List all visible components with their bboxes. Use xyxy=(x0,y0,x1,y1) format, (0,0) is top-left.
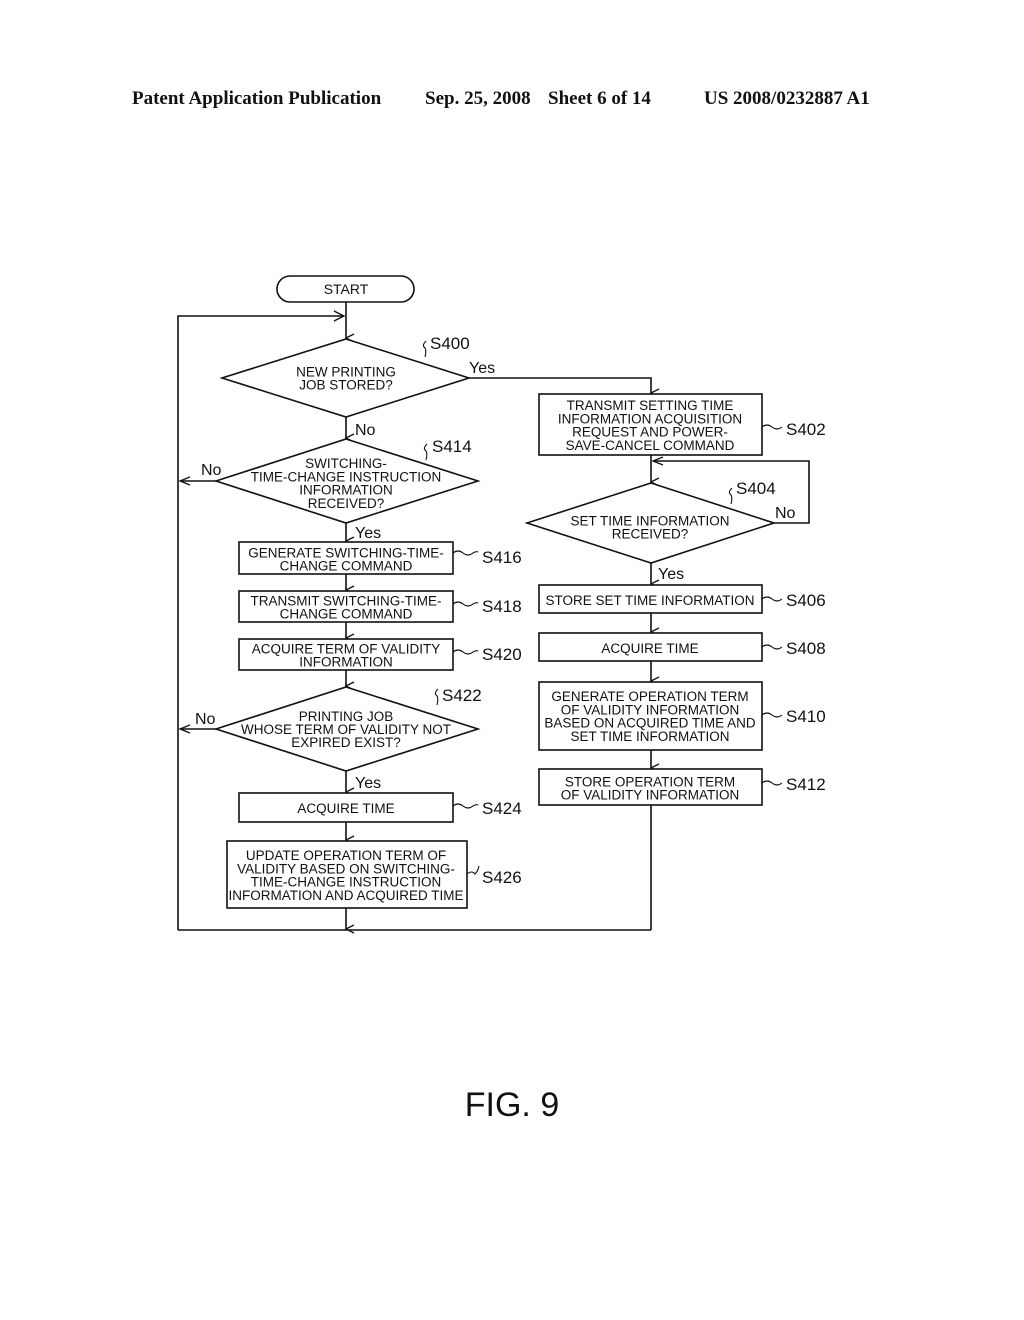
leader-s410 xyxy=(761,712,783,718)
node-text-line: ACQUIRE TIME xyxy=(297,801,394,816)
leader-s426 xyxy=(466,865,480,875)
step-id-s414: S414 xyxy=(432,437,472,456)
step-id-s422: S422 xyxy=(442,686,482,705)
node-text-line: INFORMATION xyxy=(299,655,393,670)
leader-s404 xyxy=(728,487,733,505)
step-id-s400: S400 xyxy=(430,334,470,353)
node-text-line: CHANGE COMMAND xyxy=(280,559,413,574)
leader-s408 xyxy=(761,644,783,650)
node-text-line: SET TIME INFORMATION xyxy=(570,729,729,744)
step-id-s402: S402 xyxy=(786,420,826,439)
leader-s406 xyxy=(761,596,783,602)
node-text-s406: STORE SET TIME INFORMATION xyxy=(545,593,754,608)
leader-s402 xyxy=(761,424,783,430)
leader-s414 xyxy=(423,443,428,461)
node-text-line: INFORMATION AND ACQUIRED TIME xyxy=(228,888,463,903)
node-text-s402: TRANSMIT SETTING TIME INFORMATION ACQUISI… xyxy=(558,398,742,453)
leader-s416 xyxy=(452,550,479,556)
leader-s418 xyxy=(452,601,479,607)
leader-s400 xyxy=(422,340,427,358)
label-s422-yes: Yes xyxy=(355,775,381,792)
label-s414-no: No xyxy=(201,462,222,479)
leader-s424 xyxy=(452,803,479,809)
node-text-s424: ACQUIRE TIME xyxy=(297,801,394,816)
node-text-s408: ACQUIRE TIME xyxy=(601,641,698,656)
label-s414-yes: Yes xyxy=(355,525,381,542)
node-text-line: OF VALIDITY INFORMATION xyxy=(561,788,740,803)
label-s400-no: No xyxy=(355,422,376,439)
figure-label: FIG. 9 xyxy=(464,1086,560,1124)
leader-s422 xyxy=(434,688,439,706)
label-s422-no: No xyxy=(195,711,216,728)
step-id-s406: S406 xyxy=(786,591,826,610)
leader-s420 xyxy=(452,649,479,655)
step-id-s410: S410 xyxy=(786,707,826,726)
node-text-line: JOB STORED? xyxy=(299,378,393,393)
node-text-s410: GENERATE OPERATION TERM OF VALIDITY INFOR… xyxy=(544,689,756,744)
node-text-s426: UPDATE OPERATION TERM OF VALIDITY BASED O… xyxy=(228,848,463,903)
node-text-line: SAVE-CANCEL COMMAND xyxy=(566,438,735,453)
edge-s400-yes xyxy=(469,377,651,393)
step-id-s424: S424 xyxy=(482,799,522,818)
label-s404-no: No xyxy=(775,505,796,522)
label-s400-yes: Yes xyxy=(469,360,495,377)
node-text-line: STORE SET TIME INFORMATION xyxy=(545,593,754,608)
step-id-s412: S412 xyxy=(786,775,826,794)
step-id-s418: S418 xyxy=(482,597,522,616)
step-id-s404: S404 xyxy=(736,479,776,498)
label-s404-yes: Yes xyxy=(658,566,684,583)
node-text-line: RECEIVED? xyxy=(308,496,385,511)
node-text-s400: NEW PRINTING JOB STORED? xyxy=(296,364,396,392)
start-label: START xyxy=(324,281,369,297)
step-id-s420: S420 xyxy=(482,645,522,664)
node-text-line: CHANGE COMMAND xyxy=(280,607,413,622)
node-text-line: EXPIRED EXIST? xyxy=(291,735,401,750)
step-id-s408: S408 xyxy=(786,639,826,658)
leader-s412 xyxy=(761,780,783,786)
node-text-line: RECEIVED? xyxy=(612,527,689,542)
node-text-s412: STORE OPERATION TERM OF VALIDITY INFORMAT… xyxy=(561,774,740,802)
node-text-line: ACQUIRE TIME xyxy=(601,641,698,656)
step-id-s416: S416 xyxy=(482,548,522,567)
step-id-s426: S426 xyxy=(482,868,522,887)
